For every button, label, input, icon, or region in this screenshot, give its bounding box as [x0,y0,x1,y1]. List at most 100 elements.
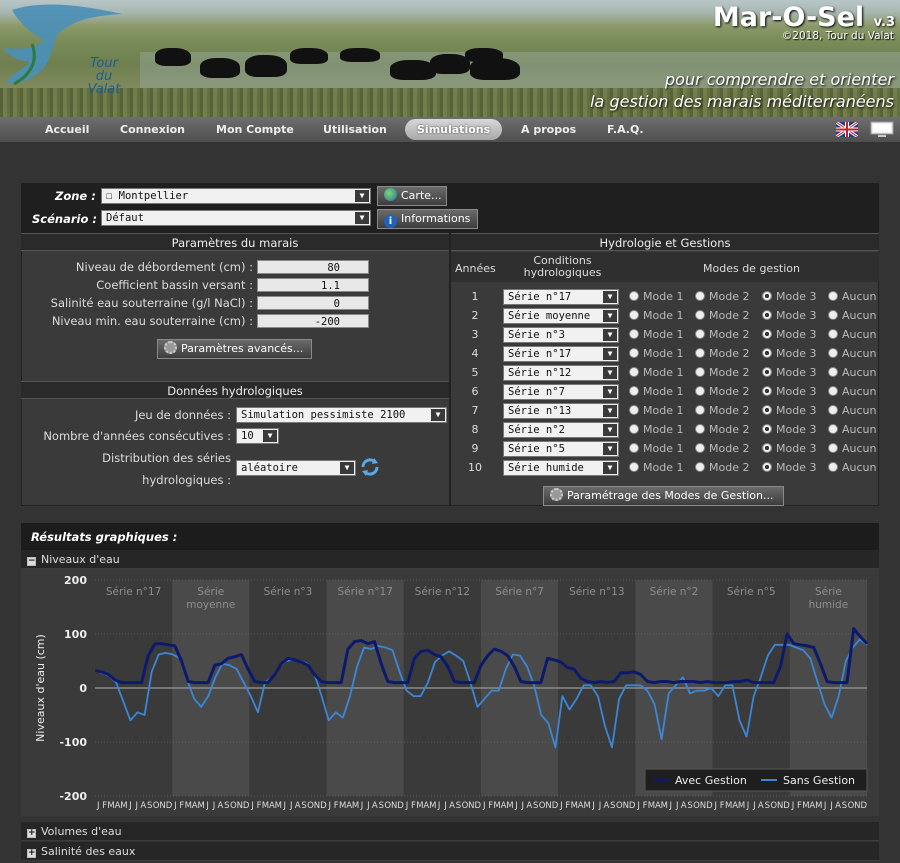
mode-radio[interactable]: Mode 3 [762,366,816,379]
hydro-series-select[interactable]: Série n°17 ▼ [503,289,619,305]
main-nav: Accueil Connexion Mon Compte Utilisation… [0,117,900,143]
mode-radio[interactable]: Mode 2 [695,442,749,455]
management-modes-button[interactable]: Paramétrage des Modes de Gestion... [543,486,784,506]
x-tick-label: M [120,801,127,811]
mode-radio[interactable]: Aucun [828,461,877,474]
mode-radio[interactable]: Mode 3 [762,404,816,417]
mode-radio[interactable]: Mode 1 [629,328,683,341]
nav-connexion[interactable]: Connexion [120,123,185,136]
mode-radio[interactable]: Mode 2 [695,461,749,474]
y-tick-label: -100 [59,736,87,749]
hydro-series-select[interactable]: Série n°5 ▼ [503,441,619,457]
hydro-series-select[interactable]: Série n°12 ▼ [503,365,619,381]
nav-faq[interactable]: F.A.Q. [607,123,644,136]
english-flag-icon[interactable] [836,122,858,137]
mode-radio[interactable]: Mode 3 [762,461,816,474]
x-tick-label: D [397,801,404,811]
refresh-icon[interactable] [360,457,380,477]
mode-radio[interactable]: Mode 3 [762,442,816,455]
water-levels-section-toggle[interactable]: − Niveaux d'eau [21,550,879,569]
min-groundwater-level-input[interactable]: -200 [257,314,369,328]
x-tick-label: M [352,801,359,811]
water-volumes-section-toggle[interactable]: + Volumes d'eau [21,822,879,841]
mode-radio[interactable]: Mode 2 [695,366,749,379]
fullscreen-icon[interactable] [870,121,894,138]
mode-radio[interactable]: Mode 2 [695,328,749,341]
radio-icon [828,424,838,434]
zone-select[interactable]: ☐ Montpellier ▼ [101,188,371,204]
mode-radio[interactable]: Aucun [828,347,877,360]
year-number: 3 [471,328,479,341]
dataset-select[interactable]: Simulation pessimiste 2100 ▼ [236,407,447,423]
radio-icon [762,462,772,472]
salinity-section-toggle[interactable]: + Salinité des eaux [21,842,879,861]
distribution-label: Distribution des séries [102,451,231,465]
hydro-series-select[interactable]: Série n°7 ▼ [503,384,619,400]
nav-simulations[interactable]: Simulations [405,119,503,140]
hydro-series-select[interactable]: Série n°17 ▼ [503,346,619,362]
overflow-level-input[interactable]: 80 [257,260,369,274]
mode-radio[interactable]: Aucun [828,404,877,417]
nav-a-propos[interactable]: A propos [521,123,576,136]
banner-bull [290,48,328,64]
mode-radio[interactable]: Mode 3 [762,290,816,303]
x-tick-label: J [96,801,100,811]
mode-radio[interactable]: Mode 2 [695,290,749,303]
chevron-down-icon: ▼ [603,291,617,303]
mode-radio[interactable]: Mode 2 [695,347,749,360]
watershed-coefficient-input[interactable]: 1.1 [257,278,369,292]
advanced-params-button[interactable]: Paramètres avancés... [157,339,312,359]
groundwater-salinity-input[interactable]: 0 [257,296,369,310]
zone-label: Zone : [55,189,96,203]
scenario-select[interactable]: Défaut ▼ [101,210,371,226]
mode-radio[interactable]: Aucun [828,442,877,455]
mode-radio[interactable]: Mode 1 [629,290,683,303]
mode-radio[interactable]: Aucun [828,423,877,436]
hydro-series-select[interactable]: Série moyenne ▼ [503,308,619,324]
mode-radio[interactable]: Aucun [828,290,877,303]
chevron-down-icon: ▼ [603,329,617,341]
mode-radio[interactable]: Mode 1 [629,309,683,322]
mode-radio[interactable]: Aucun [828,366,877,379]
x-tick-label: D [320,801,327,811]
mode-radio[interactable]: Mode 1 [629,385,683,398]
mode-radio[interactable]: Mode 2 [695,309,749,322]
information-button[interactable]: i Informations [377,209,478,229]
years-count-select[interactable]: 10 ▼ [236,428,279,444]
nav-utilisation[interactable]: Utilisation [323,123,387,136]
mode-radio[interactable]: Mode 2 [695,385,749,398]
mode-radio[interactable]: Mode 1 [629,404,683,417]
mode-radio[interactable]: Mode 1 [629,347,683,360]
nav-mon-compte[interactable]: Mon Compte [216,123,294,136]
x-tick-label: S [533,801,538,811]
mode-radio[interactable]: Mode 2 [695,423,749,436]
hydro-series-select[interactable]: Série n°13 ▼ [503,403,619,419]
mode-radio[interactable]: Mode 1 [629,442,683,455]
mode-radio[interactable]: Mode 1 [629,366,683,379]
map-button[interactable]: Carte... [377,186,447,206]
distribution-select[interactable]: aléatoire ▼ [236,460,356,476]
banner-bull [245,55,287,77]
x-tick-label: M [815,801,822,811]
mode-radio[interactable]: Aucun [828,385,877,398]
mode-radio[interactable]: Mode 1 [629,423,683,436]
mode-radio[interactable]: Mode 3 [762,385,816,398]
year-band-label: Série n°5 [727,586,776,598]
mode-radio[interactable]: Aucun [828,328,877,341]
mode-radio[interactable]: Aucun [828,309,877,322]
mode-radio[interactable]: Mode 1 [629,461,683,474]
chevron-down-icon: ▼ [603,310,617,322]
mode-radio[interactable]: Mode 3 [762,328,816,341]
hydro-series-select[interactable]: Série n°3 ▼ [503,327,619,343]
mode-radio[interactable]: Mode 3 [762,309,816,322]
mode-radio[interactable]: Mode 2 [695,404,749,417]
mode-radio[interactable]: Mode 3 [762,423,816,436]
hydro-series-select[interactable]: Série n°2 ▼ [503,422,619,438]
x-tick-label: A [295,801,301,811]
hydro-series-select[interactable]: Série humide ▼ [503,460,619,476]
year-number: 7 [471,404,479,417]
nav-accueil[interactable]: Accueil [45,123,89,136]
radio-icon [762,291,772,301]
mode-radio[interactable]: Mode 3 [762,347,816,360]
radio-icon [828,367,838,377]
